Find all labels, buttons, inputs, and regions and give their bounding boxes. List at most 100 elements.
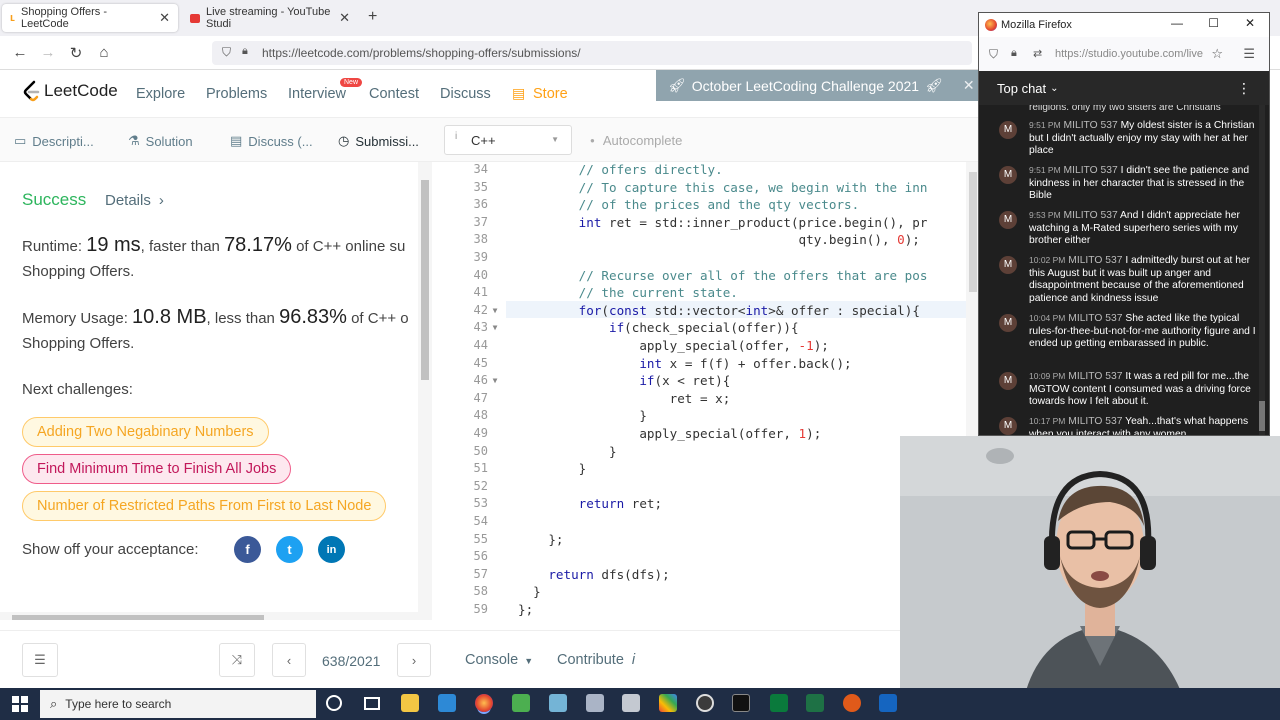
rocket-icon: 🚀︎ [668,77,686,93]
star-icon[interactable]: ☆ [1211,46,1223,62]
language-select[interactable]: i C++ ▼ [444,125,572,155]
close-tab-icon[interactable]: ✕ [339,10,350,26]
chat-message[interactable]: M 9:53 PM MILITO 537 And I didn't appreci… [999,209,1259,248]
home-icon[interactable]: ⌂ [94,44,114,61]
next-problem-button[interactable]: › [397,643,431,677]
challenge-chip[interactable]: Number of Restricted Paths From First to… [22,491,387,521]
challenge-chip[interactable]: Find Minimum Time to Finish All Jobs [22,454,292,484]
tab-youtube[interactable]: Live streaming - YouTube Studi ✕ [182,4,358,32]
close-tab-icon[interactable]: ✕ [159,10,170,26]
chat-message[interactable]: M 10:17 PM MILITO 537 Yeah...that's what … [999,415,1259,435]
calculator-icon[interactable] [622,694,640,712]
message-time: 9:51 PM [1029,120,1061,130]
git-icon[interactable] [843,694,861,712]
paint-icon[interactable] [549,694,567,712]
console-button[interactable]: Console ▼ [465,652,533,668]
message-author: MILITO 537 [1068,313,1123,324]
reload-icon[interactable]: ↻ [66,44,86,62]
tab-submissions[interactable]: ◷ Submissi... [338,133,419,149]
windows-start-icon[interactable] [12,696,28,712]
nav-explore[interactable]: Explore [136,86,185,102]
shuffle-icon[interactable]: ⤨ [219,643,255,677]
snip-icon[interactable] [586,694,604,712]
tab-solution[interactable]: ⚗ Solution [128,133,193,149]
linkedin-icon[interactable]: in [318,536,345,563]
taskbar-search[interactable]: ⌕ Type here to search [40,690,316,718]
fold-toggle-icon[interactable]: ▼ [488,323,502,332]
menu-icon[interactable]: ☰ [1243,46,1255,62]
forward-arrow-icon[interactable]: → [38,44,58,61]
excel-icon[interactable] [806,694,824,712]
tab-discuss[interactable]: ▤ Discuss (... [230,133,313,149]
leetcode-logo[interactable]: LeetCode [22,80,118,102]
problem-list-icon[interactable]: ☰ [22,643,58,677]
task-view-icon[interactable] [364,697,380,710]
permissions-icon[interactable]: ⇄ [1033,47,1042,60]
nav-store[interactable]: Store [533,86,568,102]
chat-message[interactable]: M 9:51 PM MILITO 537 My oldest sister is … [999,119,1259,158]
chevron-down-icon[interactable]: ⌄ [1050,83,1058,94]
details-link[interactable]: Details › [105,192,164,209]
nav-problems[interactable]: Problems [206,86,267,102]
back-arrow-icon[interactable]: ← [10,44,30,61]
lock-icon[interactable]: 🔒︎ [1011,47,1017,60]
nav-interview[interactable]: Interview [288,86,346,102]
line-number: 48 [473,408,488,423]
powershell-icon[interactable] [879,694,897,712]
tab-description[interactable]: ▭ Descripti... [14,133,94,149]
challenge-banner[interactable]: 🚀︎ October LeetCoding Challenge 2021 🚀︎ … [656,70,980,101]
notepadpp-icon[interactable] [512,694,530,712]
tab-leetcode[interactable]: ʟ Shopping Offers - LeetCode ✕ [2,4,178,32]
nav-contest[interactable]: Contest [369,86,419,102]
vscode-icon[interactable] [438,694,456,712]
close-banner-icon[interactable]: ✕ [963,77,975,94]
nav-discuss[interactable]: Discuss [440,86,491,102]
new-tab-button[interactable]: + [368,8,377,26]
obs-icon[interactable] [696,694,714,712]
chat-message[interactable]: M 10:02 PM MILITO 537 I admittedly burst … [999,254,1259,305]
url-field[interactable]: ⛉ 🔒︎ https://leetcode.com/problems/shopp… [212,41,972,65]
maximize-icon[interactable]: ☐ [1208,16,1219,30]
cortana-icon[interactable] [326,695,342,711]
scroll-thumb[interactable] [12,615,264,620]
scroll-thumb[interactable] [421,180,429,380]
autocomplete-toggle[interactable]: ● Autocomplete [590,133,682,148]
fold-toggle-icon[interactable]: ▼ [488,376,502,385]
firefox-taskbar-icon[interactable] [475,694,493,712]
facebook-icon[interactable]: f [234,536,261,563]
chat-message[interactable]: M 9:51 PM MILITO 537 I didn't see the pat… [999,164,1259,203]
chat-mode-select[interactable]: Top chat [997,81,1046,96]
vertical-scrollbar[interactable] [418,162,432,620]
line-number: 59 [473,602,488,616]
challenge-chip[interactable]: Adding Two Negabinary Numbers [22,417,269,447]
contribute-button[interactable]: Contribute i [557,652,635,668]
avatar: M [999,314,1017,332]
close-window-icon[interactable]: ✕ [1245,16,1255,30]
zoom-icon[interactable] [770,694,788,712]
terminal-icon[interactable] [732,694,750,712]
code-line: // To capture this case, we begin with t… [518,179,928,195]
chat-message[interactable]: M 10:09 PM MILITO 537 It was a red pill f… [999,370,1259,409]
popup-url-bar[interactable]: ⛉ 🔒︎ ⇄ https://studio.youtube.com/live ☆… [979,37,1269,71]
line-number: 40 [473,267,488,282]
status-text: Success [22,190,87,209]
scroll-thumb[interactable] [1259,401,1265,431]
file-explorer-icon[interactable] [401,694,419,712]
chevron-right-icon: › [411,652,417,668]
chat-message[interactable]: M 10:04 PM MILITO 537 She acted like the … [999,312,1259,351]
chat-scrollbar[interactable] [1259,105,1265,435]
shield-icon[interactable]: ⛉ [222,45,231,60]
prev-problem-button[interactable]: ‹ [272,643,306,677]
paint3d-icon[interactable] [659,694,677,712]
twitter-icon[interactable]: t [276,536,303,563]
lock-icon[interactable]: 🔒︎ [242,45,248,58]
horizontal-scrollbar[interactable] [0,612,418,620]
tab-label: Submissi... [355,133,419,149]
more-vert-icon[interactable]: ⋮ [1237,80,1251,97]
partial-message: religions. only my two sisters are Chris… [1029,105,1221,113]
message-time: 10:04 PM [1029,313,1066,323]
fold-toggle-icon[interactable]: ▼ [488,306,502,315]
shield-icon[interactable]: ⛉ [989,47,998,62]
scroll-thumb[interactable] [969,172,977,292]
minimize-icon[interactable]: — [1171,16,1183,30]
